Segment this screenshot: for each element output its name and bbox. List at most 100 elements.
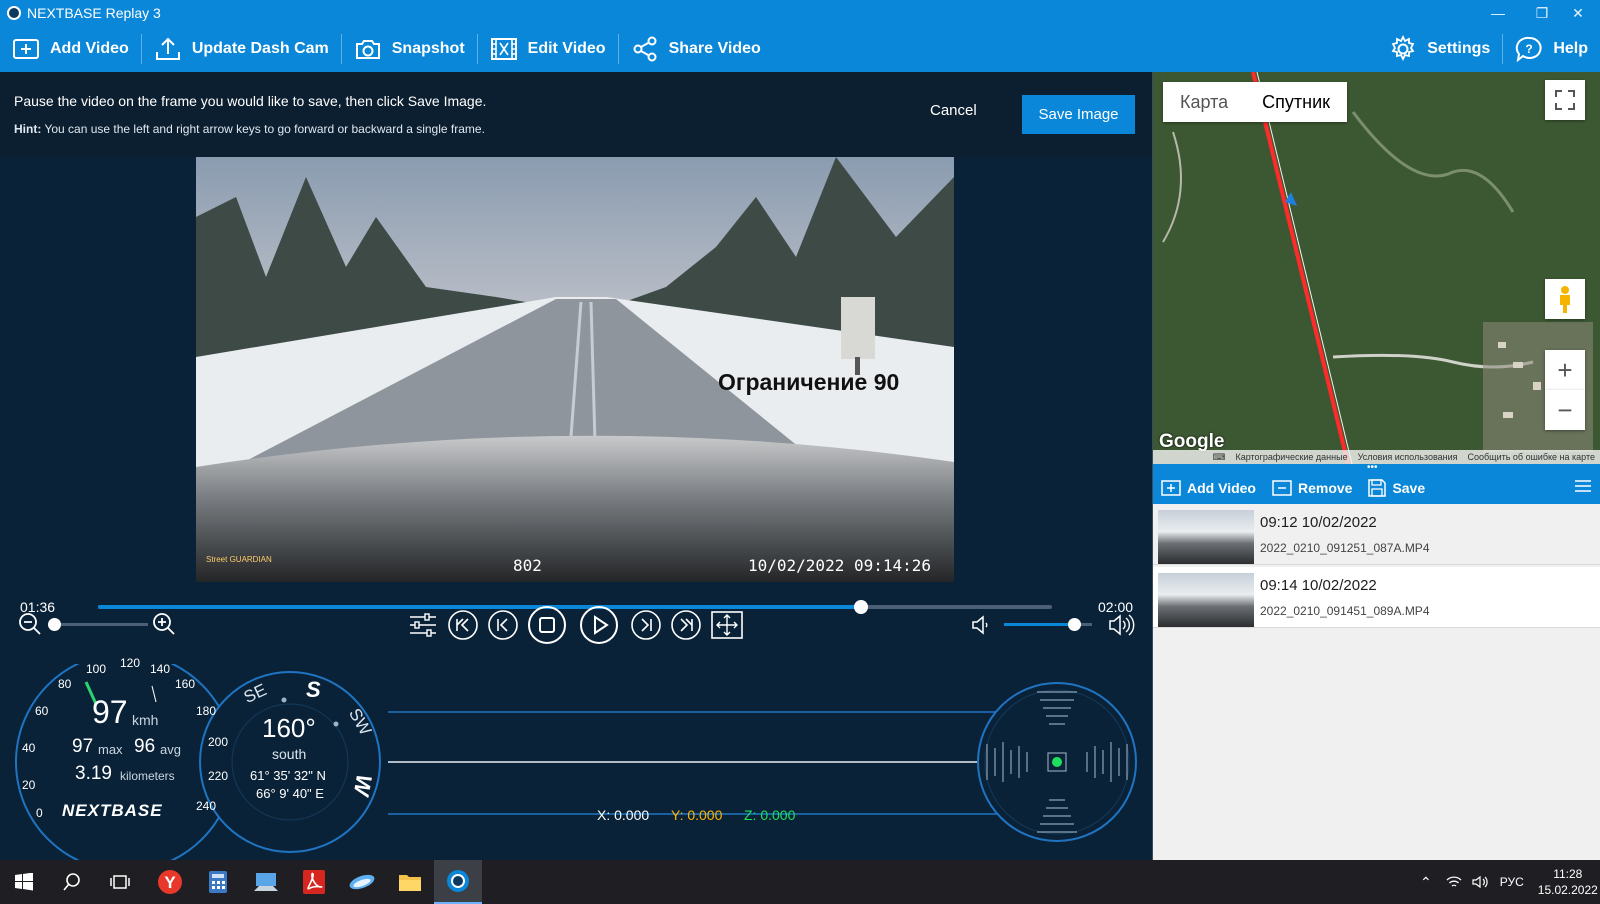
help-button[interactable]: ? Help xyxy=(1503,26,1600,72)
street-view-pegman[interactable] xyxy=(1545,279,1585,319)
map-zoom-in-button[interactable]: + xyxy=(1545,350,1585,390)
list-remove-button[interactable]: Remove xyxy=(1264,480,1352,496)
help-label: Help xyxy=(1553,40,1588,57)
start-button[interactable] xyxy=(0,860,48,904)
telemetry-gauges xyxy=(15,664,1137,860)
snapshot-hint-bar: Pause the video on the frame you would l… xyxy=(0,72,1152,157)
seek-bar[interactable] xyxy=(98,600,1052,614)
terms-link[interactable]: Условия использования xyxy=(1358,452,1458,462)
skip-to-start-icon[interactable] xyxy=(447,609,479,641)
tab-map[interactable]: Карта xyxy=(1163,82,1245,122)
video-datetime: 09:12 10/02/2022 xyxy=(1260,514,1377,531)
snapshot-button[interactable]: Snapshot xyxy=(342,26,477,72)
edit-video-button[interactable]: Edit Video xyxy=(478,26,618,72)
save-image-button[interactable]: Save Image xyxy=(1022,95,1135,134)
list-add-video-button[interactable]: Add Video xyxy=(1153,480,1256,496)
nextbase-taskbar[interactable] xyxy=(434,860,482,904)
avg-speed-label: avg xyxy=(160,742,181,757)
list-add-video-label: Add Video xyxy=(1187,480,1256,496)
report-error-link[interactable]: Сообщить об ошибке на карте xyxy=(1468,452,1595,462)
network-drive-taskbar[interactable] xyxy=(242,860,290,904)
calculator-icon xyxy=(209,871,227,893)
panel-splitter[interactable]: ••• xyxy=(1153,462,1600,473)
settings-button[interactable]: Settings xyxy=(1377,26,1502,72)
volume-mute-icon[interactable] xyxy=(968,612,994,638)
calculator-taskbar[interactable] xyxy=(194,860,242,904)
list-menu-icon[interactable] xyxy=(1575,479,1591,498)
stop-button[interactable] xyxy=(527,605,567,645)
clock[interactable]: 11:28 15.02.2022 xyxy=(1538,866,1598,898)
speaker-icon[interactable] xyxy=(1472,875,1488,889)
task-view-button[interactable] xyxy=(96,860,144,904)
main-toolbar: Add Video Update Dash Cam Snapshot Edit … xyxy=(0,26,1600,72)
list-save-label: Save xyxy=(1392,480,1426,496)
nextbase-app-icon xyxy=(447,870,469,892)
windows-taskbar: Y ⌃ РУС 11:28 15.02.2022 xyxy=(0,860,1600,904)
map-zoom-out-button[interactable]: − xyxy=(1545,390,1585,430)
computer-icon xyxy=(254,873,278,891)
app-icon xyxy=(7,6,21,20)
wifi-icon[interactable] xyxy=(1446,875,1462,889)
zoom-slider-handle[interactable] xyxy=(48,618,61,631)
seek-bar-handle[interactable] xyxy=(854,600,869,614)
file-list-toolbar: Add Video Remove Save xyxy=(1153,472,1600,504)
zoom-in-icon[interactable] xyxy=(150,610,178,638)
speed-tick-140: 140 xyxy=(150,662,171,676)
share-video-button[interactable]: Share Video xyxy=(619,26,773,72)
video-list-item[interactable]: 09:14 10/02/2022 2022_0210_091451_089A.M… xyxy=(1153,567,1600,628)
video-overlay-text: Ограничение 90 xyxy=(718,369,900,395)
bluetooth-app-taskbar[interactable] xyxy=(338,860,386,904)
volume-slider-handle[interactable] xyxy=(1068,618,1082,631)
volume-slider[interactable] xyxy=(1004,618,1092,631)
video-list-item[interactable]: 09:12 10/02/2022 2022_0210_091251_087A.M… xyxy=(1153,504,1600,565)
list-save-button[interactable]: Save xyxy=(1360,479,1425,497)
max-speed-label: max xyxy=(98,742,123,757)
search-button[interactable] xyxy=(48,860,96,904)
input-language[interactable]: РУС xyxy=(1500,875,1524,889)
speed-tick-160: 160 xyxy=(175,677,196,691)
tab-satellite[interactable]: Спутник xyxy=(1245,82,1347,122)
zoom-slider[interactable] xyxy=(48,618,148,631)
update-dash-cam-button[interactable]: Update Dash Cam xyxy=(142,26,341,72)
task-view-icon xyxy=(110,875,130,889)
speed-tick-40: 40 xyxy=(22,741,36,755)
snapshot-hint: Hint: You can use the left and right arr… xyxy=(14,122,485,136)
share-video-label: Share Video xyxy=(668,40,761,57)
save-icon xyxy=(1368,479,1387,497)
add-video-button[interactable]: Add Video xyxy=(0,26,141,72)
acrobat-taskbar[interactable] xyxy=(290,860,338,904)
adjustments-icon[interactable] xyxy=(407,610,439,640)
next-frame-icon[interactable] xyxy=(630,609,662,641)
video-frame[interactable]: Ограничение 90 Street GUARDIAN xyxy=(196,157,954,582)
distance-unit: kilometers xyxy=(120,769,175,783)
previous-frame-icon[interactable] xyxy=(487,609,519,641)
map-data-link[interactable]: Картографические данные xyxy=(1235,452,1347,462)
snapshot-instruction: Pause the video on the frame you would l… xyxy=(14,93,487,109)
map-fullscreen-button[interactable] xyxy=(1545,80,1585,120)
fullscreen-icon[interactable] xyxy=(710,609,744,641)
speed-unit: kmh xyxy=(132,712,159,728)
tray-chevron-up-icon[interactable]: ⌃ xyxy=(1420,874,1432,891)
yandex-browser-taskbar[interactable]: Y xyxy=(146,860,194,904)
speed-tick-100: 100 xyxy=(86,662,107,676)
file-explorer-taskbar[interactable] xyxy=(386,860,434,904)
cancel-button[interactable]: Cancel xyxy=(930,102,977,119)
svg-text:Y: Y xyxy=(164,873,176,892)
keyboard-icon[interactable]: ⌨ xyxy=(1212,452,1225,463)
zoom-out-icon[interactable] xyxy=(16,610,44,638)
minimize-button[interactable]: — xyxy=(1476,0,1520,26)
skip-to-end-icon[interactable] xyxy=(670,609,702,641)
video-filename: 2022_0210_091251_087A.MP4 xyxy=(1260,541,1430,555)
speed-tick-240: 240 xyxy=(196,799,217,813)
volume-max-icon[interactable] xyxy=(1106,610,1136,640)
close-button[interactable]: ✕ xyxy=(1556,0,1600,26)
accel-y: Y: 0.000 xyxy=(671,807,723,823)
latitude: 61° 35' 32" N xyxy=(250,768,326,783)
map-view[interactable]: Карта Спутник + − Google ⌨ Картографичес… xyxy=(1153,72,1600,464)
edit-video-label: Edit Video xyxy=(527,40,606,57)
frame-number: 802 xyxy=(513,556,542,575)
play-button[interactable] xyxy=(579,605,619,645)
splitter-grip-icon: ••• xyxy=(1367,462,1378,473)
update-dash-cam-label: Update Dash Cam xyxy=(191,40,329,57)
accel-x: X: 0.000 xyxy=(597,807,650,823)
